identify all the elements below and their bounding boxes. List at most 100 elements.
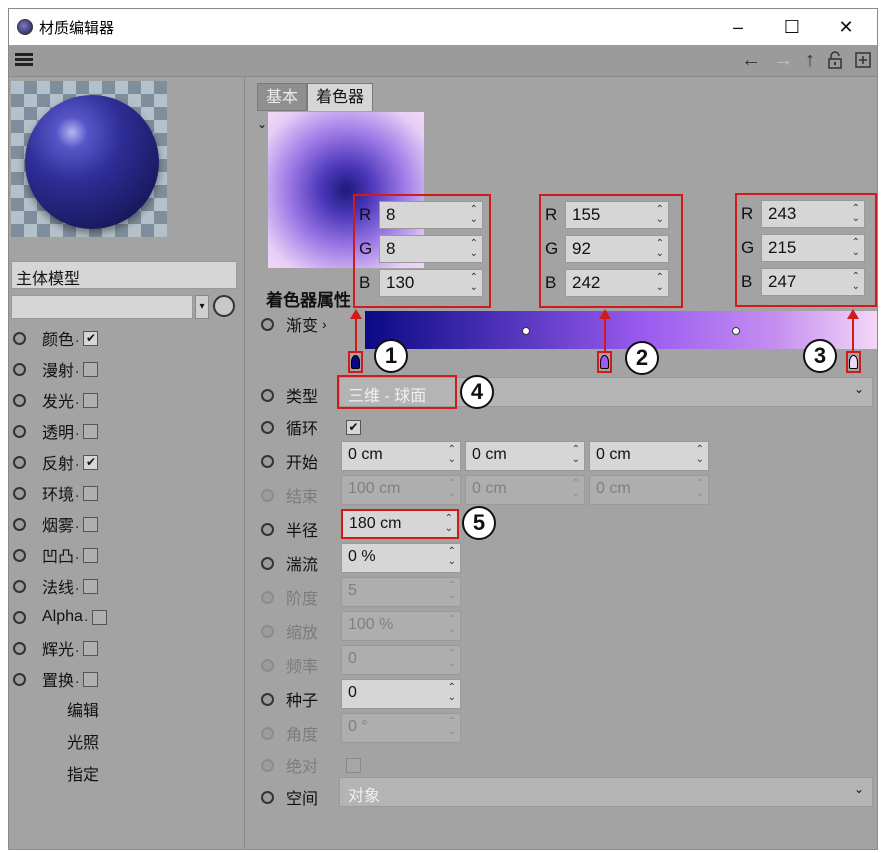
channel-row[interactable]: 凹凸. (9, 540, 99, 570)
channel-checkbox[interactable] (83, 392, 99, 408)
gradient-stop-3[interactable] (846, 351, 861, 373)
b-field-1[interactable]: 130 ⌃ ⌄ (379, 269, 483, 297)
gradient-bias-knot[interactable] (522, 327, 530, 335)
channel-row[interactable]: 反射. ✔ (9, 447, 99, 477)
gradient-bias-knot[interactable] (732, 327, 740, 335)
channel-checkbox[interactable] (83, 671, 99, 687)
start-property: 开始 (261, 449, 340, 473)
back-arrow-icon[interactable]: ← (741, 49, 761, 74)
channel-label: 置换 (42, 673, 75, 690)
channel-checkbox[interactable] (83, 578, 99, 594)
radius-field[interactable]: 180 cm ⌃ ⌄ (341, 509, 459, 539)
channel-row[interactable]: Alpha. (9, 602, 108, 632)
start-x-field[interactable]: 0 cm ⌃ ⌄ (341, 441, 461, 471)
minimize-button[interactable]: – (713, 9, 763, 45)
turbulence-field[interactable]: 0 % ⌃ ⌄ (341, 543, 461, 573)
animate-radio-icon[interactable] (261, 454, 274, 468)
expand-arrow-icon[interactable]: › (322, 316, 327, 332)
channel-radio-icon[interactable] (13, 331, 26, 345)
picker-icon[interactable] (213, 295, 235, 317)
channel-radio-icon[interactable] (13, 486, 26, 500)
animate-radio-icon[interactable] (261, 692, 274, 706)
new-window-icon[interactable] (855, 51, 871, 74)
animate-radio-icon[interactable] (261, 420, 274, 434)
channel-radio-icon[interactable] (13, 610, 26, 624)
g-field-2[interactable]: 92 ⌃ ⌄ (565, 235, 669, 263)
channel-row[interactable]: 辉光. (9, 633, 99, 663)
lock-icon[interactable] (827, 51, 843, 74)
gradient-stop-2[interactable] (597, 351, 612, 373)
tab-basic[interactable]: 基本 (257, 83, 308, 111)
close-button[interactable]: ✕ (821, 9, 871, 45)
material-name-field[interactable]: 主体模型 (11, 261, 237, 289)
channel-row[interactable]: 烟雾. (9, 509, 99, 539)
channel-radio-icon[interactable] (13, 393, 26, 407)
up-arrow-icon[interactable]: ↑ (805, 49, 815, 74)
type-highlight (337, 375, 457, 409)
angle-field: 0 ° ⌃ ⌄ (341, 713, 461, 743)
cycle-checkbox[interactable]: ✔ (346, 419, 361, 435)
channel-checkbox[interactable] (83, 423, 99, 439)
channel-label: 透明 (42, 425, 75, 442)
channel-checkbox[interactable] (83, 516, 99, 532)
channel-radio-icon[interactable] (13, 362, 26, 376)
g-field-3[interactable]: 215 ⌃ ⌄ (761, 234, 865, 262)
channel-label: 环境 (42, 487, 75, 504)
r-field-2[interactable]: 155 ⌃ ⌄ (565, 201, 669, 229)
collapse-chevron-icon[interactable]: ⌄ (257, 117, 267, 131)
channel-checkbox[interactable] (83, 361, 99, 377)
g-field-1[interactable]: 8 ⌃ ⌄ (379, 235, 483, 263)
channel-checkbox[interactable] (83, 640, 99, 656)
seed-field[interactable]: 0 ⌃ ⌄ (341, 679, 461, 709)
channel-row[interactable]: 发光. (9, 385, 99, 415)
channel-row[interactable]: 颜色. ✔ (9, 323, 99, 353)
material-preview[interactable] (11, 81, 167, 237)
channel-edit[interactable]: 编辑 (67, 697, 99, 727)
animate-radio-icon[interactable] (261, 388, 274, 402)
channel-checkbox[interactable] (83, 547, 99, 563)
channel-row[interactable]: 法线. (9, 571, 99, 601)
channel-checkbox[interactable]: ✔ (83, 454, 99, 470)
start-y-field[interactable]: 0 cm ⌃ ⌄ (465, 441, 585, 471)
space-dropdown[interactable]: 对象 ⌄ (339, 777, 873, 807)
channel-label: 发光 (42, 394, 75, 411)
channel-radio-icon[interactable] (13, 548, 26, 562)
channel-row[interactable]: 透明. (9, 416, 99, 446)
channel-radio-icon[interactable] (13, 455, 26, 469)
channel-checkbox[interactable] (92, 609, 108, 625)
channel-checkbox[interactable] (83, 485, 99, 501)
channel-illumination[interactable]: 光照 (67, 729, 99, 759)
r-field-3[interactable]: 243 ⌃ ⌄ (761, 200, 865, 228)
channel-radio-icon[interactable] (13, 672, 26, 686)
channel-row[interactable]: 置换. (9, 664, 99, 694)
animate-radio-icon[interactable] (261, 317, 274, 331)
animate-radio-icon[interactable] (261, 522, 274, 536)
channel-row[interactable]: 环境. (9, 478, 99, 508)
b-field-2[interactable]: 242 ⌃ ⌄ (565, 269, 669, 297)
start-z-field[interactable]: 0 cm ⌃ ⌄ (589, 441, 709, 471)
animate-radio-icon[interactable] (261, 790, 274, 804)
shader-properties-title: 着色器属性 (266, 291, 351, 310)
r-field-1[interactable]: 8 ⌃ ⌄ (379, 201, 483, 229)
tab-shader[interactable]: 着色器 (307, 83, 374, 111)
material-select[interactable] (11, 295, 193, 319)
forward-arrow-icon[interactable]: → (773, 49, 793, 74)
maximize-button[interactable]: ☐ (767, 9, 817, 45)
gradient-bar[interactable] (365, 311, 877, 349)
channel-radio-icon[interactable] (13, 424, 26, 438)
b-field-3[interactable]: 247 ⌃ ⌄ (761, 268, 865, 296)
animate-radio-icon (261, 658, 274, 672)
channel-assign[interactable]: 指定 (67, 761, 99, 791)
callout-3: 3 (803, 339, 837, 373)
channel-radio-icon[interactable] (13, 641, 26, 655)
hamburger-menu-icon[interactable] (15, 53, 33, 67)
chevron-down-icon[interactable]: ▾ (195, 295, 209, 319)
channel-checkbox[interactable]: ✔ (83, 330, 99, 346)
gradient-stop-1[interactable] (348, 351, 363, 373)
channel-radio-icon[interactable] (13, 517, 26, 531)
channel-radio-icon[interactable] (13, 579, 26, 593)
animate-radio-icon[interactable] (261, 556, 274, 570)
rgb-box-1: R 8 ⌃ ⌄ G 8 ⌃ ⌄ B 130 ⌃ ⌄ (353, 194, 491, 308)
preview-sphere (25, 95, 159, 229)
channel-row[interactable]: 漫射. (9, 354, 99, 384)
